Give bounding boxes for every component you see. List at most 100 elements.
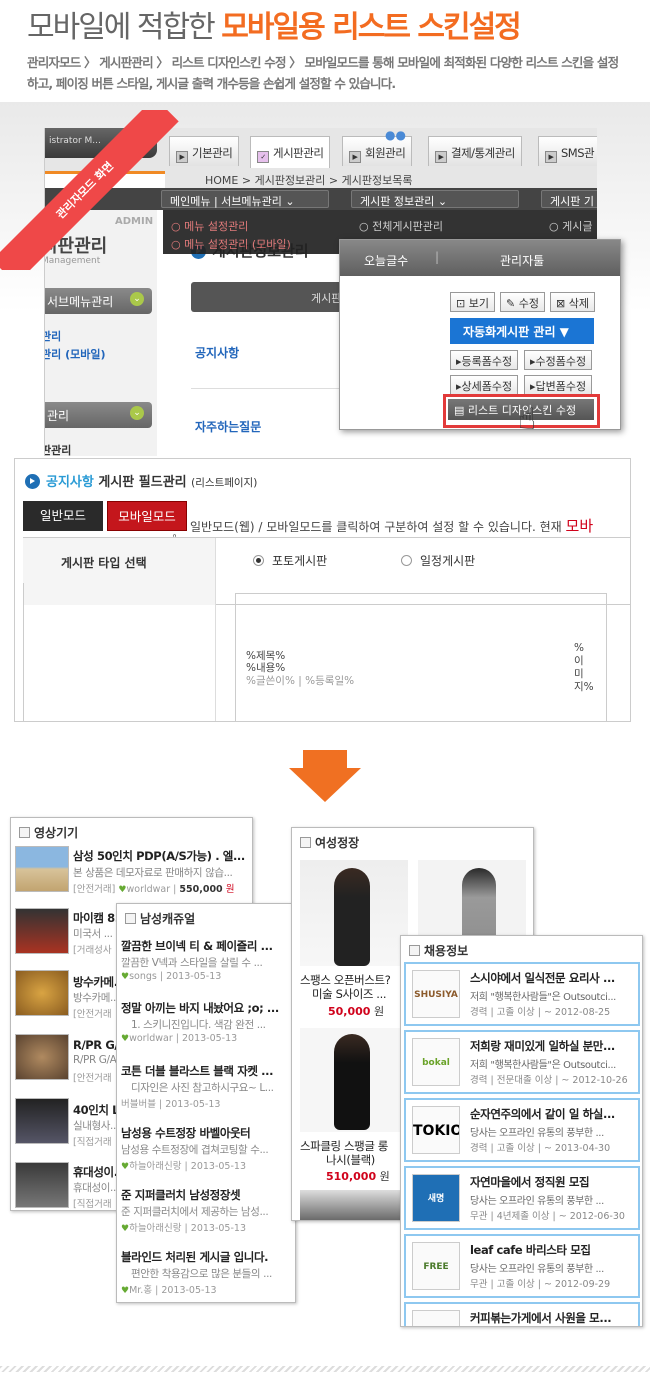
manage-button[interactable]: 관리 ⌄ [45, 402, 152, 428]
tab-board[interactable]: ✓ 게시판관리 [250, 136, 331, 168]
admin-tools-popup: 오늘글수 | 관리자툴 ⊡ 보기 ✎ 수정 ⊠ 삭제 자동화게시판 관리 ▼ ▸… [339, 239, 621, 437]
menu-board-info[interactable]: 게시판 정보관리 ⌄ [351, 190, 519, 208]
admin-mode-ribbon: 관리자모드 화면 [0, 110, 179, 270]
arrow-down-icon [289, 750, 361, 802]
job-desc: 저희 "행복한사람들"은 Outsoutci... [470, 1060, 616, 1071]
normal-mode-button[interactable]: 일반모드 [23, 501, 103, 531]
job-meta: 무관 | 4년제졸 이상 | ~ 2012-06-30 [470, 1211, 625, 1222]
job-card[interactable]: 커피볶는가게에서 사원을 모... [404, 1302, 640, 1326]
field-management-panel: 공지사항 게시판 필드관리 (리스트페이지) 일반모드 모바일모드 일반모드(웹… [14, 458, 631, 722]
left-link-manage-mobile[interactable]: 관리 (모바일) [45, 346, 105, 362]
list-item-title[interactable]: 정말 아끼는 바지 내놨어요 ;o; ... [121, 1000, 293, 1016]
page-description: 관리자모드 〉 게시판관리 〉 리스트 디자인스킨 수정 〉 모바일모드를 통해… [27, 55, 619, 91]
tab-icon: ✓ [257, 151, 269, 163]
job-title: 순자연주의에서 같이 일 하실... [470, 1107, 615, 1121]
product-price: 510,000 원 [326, 1170, 390, 1183]
radio-schedule-board[interactable]: 일정게시판 [401, 552, 475, 569]
row-faq[interactable]: 자주하는질문 [195, 418, 261, 435]
job-desc: 당사는 오프라인 유통의 풍부한 ... [470, 1264, 604, 1275]
tab-payment[interactable]: ▶ 결제/통계관리 [428, 136, 522, 166]
thumbnail [15, 1162, 69, 1208]
register-form-edit-button[interactable]: ▸등록폼수정 [450, 350, 519, 370]
job-title: 저희랑 재미있게 일하실 분만... [470, 1039, 615, 1053]
list-item-title[interactable]: 깔끔한 브이넥 티 & 페이즐리 ... [121, 938, 293, 954]
ribbon-wrapper: 관리자모드 화면 [0, 110, 190, 270]
job-card[interactable]: SHUSIYA 스시야에서 일식전문 요리사 ... 저희 "행복한사람들"은 … [404, 962, 640, 1026]
submenu-item-posts[interactable]: ○ 게시글 [549, 218, 592, 234]
company-logo: 새명 [412, 1174, 460, 1222]
leaf-icon: ♥ [121, 1034, 130, 1044]
list-item-desc: 남성용 수트정장에 겹쳐코팅할 수... [121, 1144, 269, 1156]
menu-board-etc[interactable]: 게시판 기 [541, 190, 597, 208]
thumbnail [15, 908, 69, 954]
thumbnail [15, 1098, 69, 1144]
job-title: 스시야에서 일식전문 요리사 ... [470, 971, 615, 985]
preview-image-4: 지% [574, 681, 594, 693]
preview-image-1: % [574, 642, 584, 654]
job-desc: 저희 "행복한사람들"은 Outsoutci... [470, 992, 616, 1003]
product-price: 50,000 원 [328, 1005, 385, 1018]
detail-form-edit-button[interactable]: ▸상세폼수정 [450, 375, 519, 395]
list-item-title[interactable]: 삼성 50인치 PDP(A/S가능) . 엘... [73, 848, 248, 864]
job-desc: 당사는 오프라인 유통의 풍부한 ... [470, 1196, 604, 1207]
content-search-bar: 게시판 [191, 282, 361, 312]
row-notice[interactable]: 공지사항 [195, 344, 239, 361]
list-item-title[interactable]: 준 지퍼클러치 남성정장셋 [121, 1187, 293, 1203]
skin-men-window: 남성캐쥬얼 깔끔한 브이넥 티 & 페이즐리 ... 깔끔한 V넥과 스타일을 … [116, 903, 296, 1303]
list-item-meta: [안전거래] ♥worldwar | 550,000 원 [73, 884, 235, 895]
tab-sms[interactable]: ▶ SMS관 [538, 136, 597, 166]
skin-jobs-window: 채용정보 SHUSIYA 스시야에서 일식전문 요리사 ... 저희 "행복한사… [400, 935, 643, 1327]
list-item-desc: 1. 스키니진입니다. 색감 완전 ... [131, 1019, 266, 1031]
list-item-desc: 디자인은 사진 참고하시구요~ L... [131, 1082, 274, 1094]
modify-form-edit-button[interactable]: ▸수정폼수정 [524, 350, 593, 370]
thumbnail [15, 846, 69, 892]
list-item-meta: ♥하늘아래신랑 | 2013-05-13 [121, 1223, 246, 1234]
preview-content: %내용% [246, 662, 286, 674]
delete-button[interactable]: ⊠ 삭제 [550, 292, 595, 312]
list-item-title[interactable]: 남성용 수트정장 바벨아웃터 [121, 1125, 293, 1141]
window-title: 영상기기 [11, 818, 252, 844]
left-link-manage[interactable]: 관리 [45, 328, 61, 344]
list-item-meta: [직접거래 [73, 1137, 112, 1148]
bottom-divider [0, 1366, 650, 1372]
tab-icon: ▶ [349, 151, 361, 163]
leaf-icon: ♥ [121, 1286, 130, 1296]
breadcrumb: HOME > 게시판정보관리 > 게시판정보목록 [165, 170, 597, 188]
window-icon [300, 837, 311, 848]
list-item-meta: 버블버블 | 2013-05-13 [121, 1099, 221, 1110]
job-card[interactable]: FREE HOP leaf cafe 바리스타 모집 당사는 오프라인 유통의 … [404, 1234, 640, 1298]
job-meta: 경력 | 고졸 이상 | ~ 2012-08-25 [470, 1007, 611, 1018]
thumbnail [15, 1034, 69, 1080]
preview-image-2: 이 [574, 655, 584, 667]
chevron-down-icon: ⌄ [130, 406, 144, 420]
list-item-desc: 휴대성이... [73, 1182, 119, 1194]
mobile-mode-button[interactable]: 모바일모드 [107, 501, 187, 531]
preview-image-3: 미 [574, 668, 584, 680]
view-button[interactable]: ⊡ 보기 [450, 292, 495, 312]
window-title: 채용정보 [401, 936, 642, 962]
list-item-title[interactable]: 블라인드 처리된 게시글 입니다. [121, 1249, 293, 1265]
job-card[interactable]: bokal del 저희랑 재미있게 일하실 분만... 저희 "행복한사람들"… [404, 1030, 640, 1094]
radio-photo-board[interactable]: 포토게시판 [253, 552, 327, 569]
edit-button[interactable]: ✎ 수정 [500, 292, 545, 312]
product-image [300, 1190, 408, 1220]
list-item-meta: ♥Mr.홍 | 2013-05-13 [121, 1285, 217, 1296]
left-link-board[interactable]: 판관리 [45, 442, 71, 456]
popup-separator: | [435, 250, 440, 264]
preview-meta: %글쓴이% | %등록일% [246, 675, 355, 687]
submenu-manage-button[interactable]: 서브메뉴관리 ⌄ [45, 288, 152, 314]
window-icon [409, 945, 420, 956]
company-logo: SHUSIYA [412, 970, 460, 1018]
job-card[interactable]: 새명 자연마을에서 정직원 모집 당사는 오프라인 유통의 풍부한 ... 무관… [404, 1166, 640, 1230]
reply-form-edit-button[interactable]: ▸답변폼수정 [524, 375, 593, 395]
tab-icon: ▶ [545, 151, 557, 163]
submenu-item-all-boards[interactable]: ○ 전체게시판관리 [359, 218, 443, 234]
auto-board-manage-button[interactable]: 자동화게시판 관리 ▼ [450, 318, 594, 344]
job-card[interactable]: TOKIO 순자연주의에서 같이 일 하실... 당사는 오프라인 유통의 풍부… [404, 1098, 640, 1162]
list-icon: ▤ [454, 404, 465, 417]
preview-title: %제목% [246, 650, 286, 662]
job-title: 커피볶는가게에서 사원을 모... [470, 1311, 612, 1325]
job-desc: 당사는 오프라인 유통의 풍부한 ... [470, 1128, 604, 1139]
job-meta: 경력 | 전문대졸 이상 | ~ 2012-10-26 [470, 1075, 628, 1086]
list-item-title[interactable]: 코튼 더블 블라스트 블랙 자켓 ... [121, 1063, 293, 1079]
